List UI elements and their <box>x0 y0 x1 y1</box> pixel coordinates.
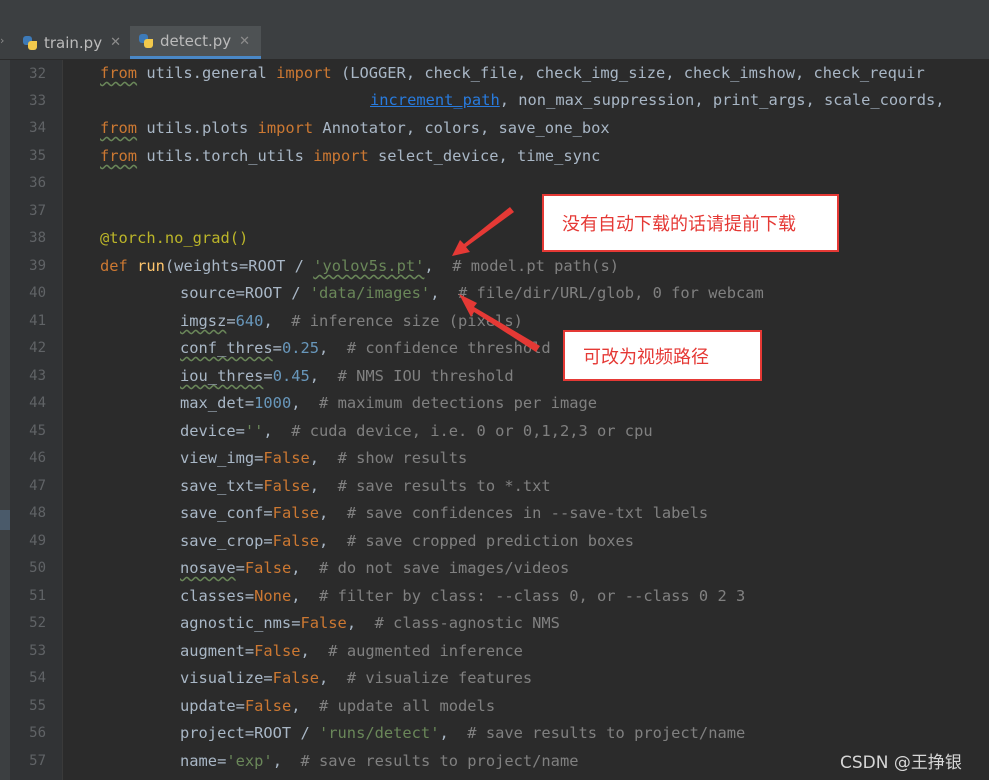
annotation-video-note: 可改为视频路径 <box>563 330 762 381</box>
annotation-download-note: 没有自动下载的话请提前下载 <box>542 194 839 252</box>
csdn-watermark: CSDN @王挣银 <box>840 753 962 773</box>
arrow-to-weights <box>452 207 514 256</box>
arrow-to-source <box>459 294 540 352</box>
annotation-arrows <box>452 207 540 352</box>
